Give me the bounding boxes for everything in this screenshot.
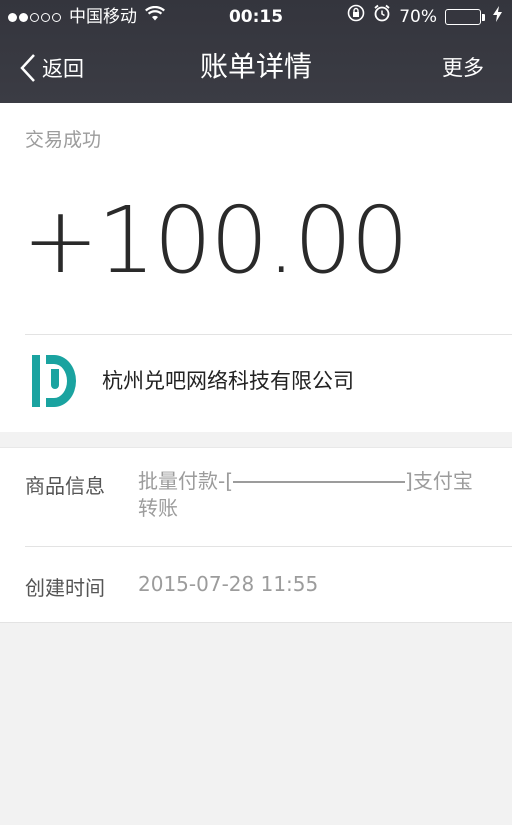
charging-icon <box>493 0 502 34</box>
product-info-value: 批量付款-[ ]支付宝 转账 <box>138 468 473 522</box>
product-value-prefix: 批量付款-[ <box>138 469 234 493</box>
header: 中国移动 00:15 70% 返回 账单详情 更多 <box>0 0 512 103</box>
battery-percent: 70% <box>399 7 437 27</box>
redacted-field <box>233 456 406 483</box>
product-info-label: 商品信息 <box>25 474 105 498</box>
nav-bar: 返回 账单详情 更多 <box>0 34 512 103</box>
created-time-value: 2015-07-28 11:55 <box>138 572 319 596</box>
rotation-lock-icon <box>347 0 365 34</box>
merchant-logo <box>32 351 78 411</box>
status-right: 70% <box>347 0 502 34</box>
merchant-name: 杭州兑吧网络科技有限公司 <box>102 369 354 393</box>
created-time-label: 创建时间 <box>25 576 105 600</box>
transaction-summary: 交易成功 +100.00 杭州兑吧网络科技有限公司 <box>0 103 512 432</box>
more-button[interactable]: 更多 <box>442 48 484 88</box>
product-value-line2: 转账 <box>138 496 178 520</box>
status-bar: 中国移动 00:15 70% <box>0 0 512 34</box>
transaction-details: 商品信息 批量付款-[ ]支付宝 转账 创建时间 2015-07-28 11:55 <box>0 447 512 623</box>
alarm-icon <box>373 0 391 34</box>
merchant-row[interactable]: 杭州兑吧网络科技有限公司 <box>0 335 512 430</box>
page-title: 账单详情 <box>199 50 312 83</box>
battery-icon <box>445 9 485 25</box>
transaction-amount: +100.00 <box>22 187 409 294</box>
product-value-suffix: ]支付宝 <box>405 469 473 493</box>
divider <box>25 546 512 547</box>
transaction-status: 交易成功 <box>25 129 102 151</box>
